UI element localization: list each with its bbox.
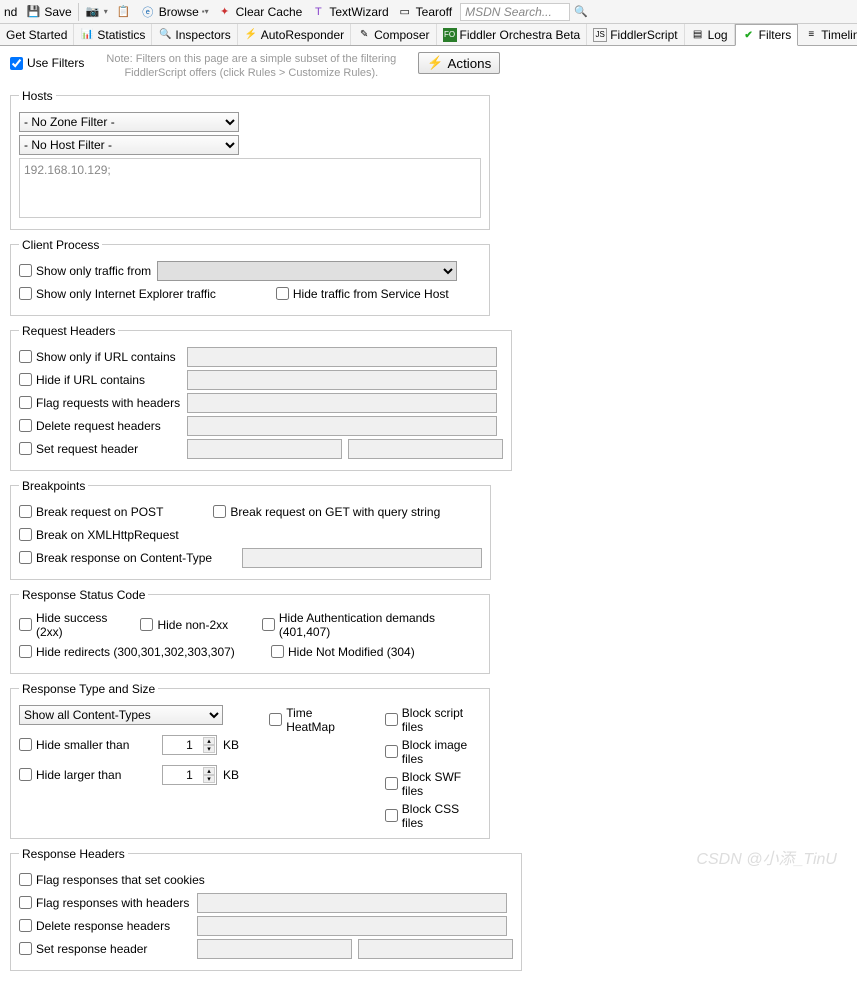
tab-autoresponder[interactable]: ⚡AutoResponder: [238, 24, 351, 45]
tearoff-icon: ▭: [397, 4, 413, 20]
save-icon: 💾: [25, 4, 41, 20]
use-filters-checkbox[interactable]: Use Filters: [10, 52, 84, 70]
host-filter-select[interactable]: - No Host Filter -: [19, 135, 239, 155]
hide-304-checkbox[interactable]: Hide Not Modified (304): [271, 645, 415, 659]
filters-note: Note: Filters on this page are a simple …: [96, 52, 406, 81]
set-resp-value-input[interactable]: [358, 939, 513, 959]
composer-icon: ✎: [357, 28, 371, 42]
tab-orchestra[interactable]: FOFiddler Orchestra Beta: [437, 24, 588, 45]
textwizard-button[interactable]: T TextWizard: [306, 1, 392, 23]
break-content-type-input[interactable]: [242, 548, 482, 568]
delete-headers-input[interactable]: [187, 416, 497, 436]
camera-button[interactable]: 📷▾: [81, 1, 112, 23]
hide-redirects-checkbox[interactable]: Hide redirects (300,301,302,303,307): [19, 645, 265, 659]
hide-success-checkbox[interactable]: Hide success (2xx): [19, 611, 134, 639]
block-swf-checkbox[interactable]: Block SWF files: [385, 770, 481, 798]
block-script-checkbox[interactable]: Block script files: [385, 706, 481, 734]
set-resp-name-input[interactable]: [197, 939, 352, 959]
show-only-ie-checkbox[interactable]: Show only Internet Explorer traffic: [19, 287, 216, 301]
time-heatmap-checkbox[interactable]: Time HeatMap: [269, 706, 355, 734]
browse-button[interactable]: ⓔ Browse▪▾: [136, 1, 213, 23]
hide-url-contains-checkbox[interactable]: Hide if URL contains: [19, 373, 181, 387]
content-type-select[interactable]: Show all Content-Types: [19, 705, 223, 725]
bolt-icon: ⚡: [244, 28, 258, 42]
log-icon: ▤: [691, 28, 705, 42]
tab-filters[interactable]: ✔Filters: [735, 24, 799, 46]
hosts-legend: Hosts: [19, 89, 56, 103]
tab-log[interactable]: ▤Log: [685, 24, 735, 45]
delete-resp-input[interactable]: [197, 916, 507, 936]
msdn-search[interactable]: MSDN Search... 🔍: [456, 1, 593, 23]
flag-resp-headers-checkbox[interactable]: Flag responses with headers: [19, 896, 191, 910]
clipboard-icon: 📋: [116, 4, 132, 20]
tab-fiddlerscript[interactable]: JSFiddlerScript: [587, 24, 684, 45]
clipboard-button[interactable]: 📋: [112, 1, 136, 23]
filters-panel: Use Filters Note: Filters on this page a…: [0, 46, 857, 985]
hide-auth-checkbox[interactable]: Hide Authentication demands (401,407): [262, 611, 481, 639]
check-icon: ✔: [742, 28, 756, 42]
break-xhr-checkbox[interactable]: Break on XMLHttpRequest: [19, 528, 179, 542]
set-resp-header-checkbox[interactable]: Set response header: [19, 942, 191, 956]
hide-larger-checkbox[interactable]: Hide larger than: [19, 768, 156, 782]
tab-inspectors[interactable]: 🔍Inspectors: [152, 24, 237, 45]
tearoff-button[interactable]: ▭ Tearoff: [393, 1, 456, 23]
flag-cookies-checkbox[interactable]: Flag responses that set cookies: [19, 873, 205, 887]
show-url-input[interactable]: [187, 347, 497, 367]
textwizard-icon: T: [310, 4, 326, 20]
clear-cache-icon: ✦: [217, 4, 233, 20]
larger-value[interactable]: 1▴▾: [162, 765, 217, 785]
hide-service-host-checkbox[interactable]: Hide traffic from Service Host: [276, 287, 449, 301]
clear-cache-button[interactable]: ✦ Clear Cache: [213, 1, 307, 23]
response-headers-group: Response Headers Flag responses that set…: [10, 847, 522, 971]
set-header-name-input[interactable]: [187, 439, 342, 459]
process-select[interactable]: [157, 261, 457, 281]
break-get-checkbox[interactable]: Break request on GET with query string: [213, 505, 440, 519]
inspect-icon: 🔍: [158, 28, 172, 42]
set-header-value-input[interactable]: [348, 439, 503, 459]
status-code-group: Response Status Code Hide success (2xx) …: [10, 588, 490, 674]
camera-icon: 📷: [85, 4, 101, 20]
type-size-group: Response Type and Size Show all Content-…: [10, 682, 490, 839]
tab-strip: Get Started 📊Statistics 🔍Inspectors ⚡Aut…: [0, 24, 857, 46]
tab-timeline[interactable]: ≡Timeline: [798, 24, 857, 45]
tab-statistics[interactable]: 📊Statistics: [74, 24, 152, 45]
delete-headers-checkbox[interactable]: Delete request headers: [19, 419, 181, 433]
show-url-contains-checkbox[interactable]: Show only if URL contains: [19, 350, 181, 364]
flag-requests-checkbox[interactable]: Flag requests with headers: [19, 396, 181, 410]
block-css-checkbox[interactable]: Block CSS files: [385, 802, 481, 830]
orchestra-icon: FO: [443, 28, 457, 42]
hide-smaller-checkbox[interactable]: Hide smaller than: [19, 738, 156, 752]
hosts-group: Hosts - No Zone Filter - - No Host Filte…: [10, 89, 490, 230]
breakpoints-group: Breakpoints Break request on POST Break …: [10, 479, 491, 580]
ie-icon: ⓔ: [140, 4, 156, 20]
set-header-checkbox[interactable]: Set request header: [19, 442, 181, 456]
hide-non2xx-checkbox[interactable]: Hide non-2xx: [140, 618, 255, 632]
hosts-textarea[interactable]: 192.168.10.129;: [19, 158, 481, 218]
watermark: CSDN @小添_TinU: [696, 845, 837, 869]
actions-button[interactable]: ⚡ Actions: [418, 52, 500, 74]
show-only-traffic-checkbox[interactable]: Show only traffic from: [19, 264, 151, 278]
timeline-icon: ≡: [804, 28, 818, 42]
search-icon: 🔍: [573, 4, 589, 20]
hide-url-input[interactable]: [187, 370, 497, 390]
save-button[interactable]: 💾 Save: [21, 1, 75, 23]
tab-composer[interactable]: ✎Composer: [351, 24, 436, 45]
break-content-type-checkbox[interactable]: Break response on Content-Type: [19, 551, 236, 565]
client-process-group: Client Process Show only traffic from Sh…: [10, 238, 490, 316]
flag-resp-input[interactable]: [197, 893, 507, 913]
flag-requests-input[interactable]: [187, 393, 497, 413]
zone-filter-select[interactable]: - No Zone Filter -: [19, 112, 239, 132]
js-icon: JS: [593, 28, 607, 42]
tab-get-started[interactable]: Get Started: [0, 24, 74, 45]
main-toolbar: nd 💾 Save 📷▾ 📋 ⓔ Browse▪▾ ✦ Clear Cache …: [0, 0, 857, 24]
bolt-icon: ⚡: [427, 55, 443, 71]
smaller-value[interactable]: 1▴▾: [162, 735, 217, 755]
block-image-checkbox[interactable]: Block image files: [385, 738, 481, 766]
request-headers-group: Request Headers Show only if URL contain…: [10, 324, 512, 471]
delete-resp-headers-checkbox[interactable]: Delete response headers: [19, 919, 191, 933]
break-post-checkbox[interactable]: Break request on POST: [19, 505, 163, 519]
stats-icon: 📊: [80, 28, 94, 42]
replay-button[interactable]: nd: [0, 1, 21, 23]
search-input: MSDN Search...: [460, 3, 570, 21]
